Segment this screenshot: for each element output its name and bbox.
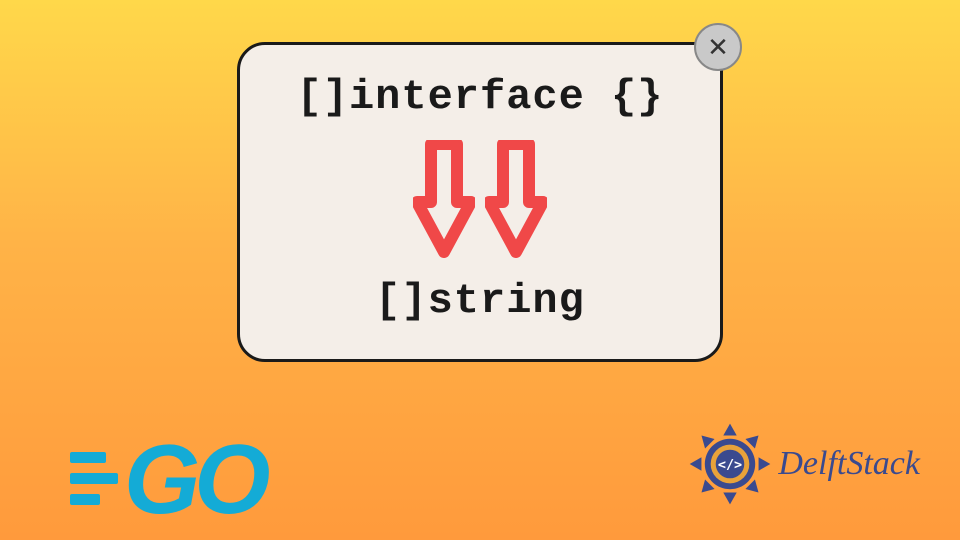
conversion-card: []interface {} []string ✕ xyxy=(237,42,723,362)
delftstack-logo-text: DelftStack xyxy=(778,445,920,483)
close-button[interactable]: ✕ xyxy=(694,23,742,71)
go-logo: GO xyxy=(70,440,264,518)
svg-text:</>: </> xyxy=(718,458,742,473)
target-type-text: []string xyxy=(375,277,585,325)
down-arrows xyxy=(413,140,547,258)
down-arrow-icon xyxy=(413,140,475,258)
delftstack-logo: </> DelftStack xyxy=(688,422,920,506)
close-icon: ✕ xyxy=(707,32,729,63)
go-speed-lines-icon xyxy=(70,452,118,505)
down-arrow-icon xyxy=(485,140,547,258)
go-logo-text: GO xyxy=(124,440,264,518)
source-type-text: []interface {} xyxy=(297,73,664,121)
delftstack-gear-icon: </> xyxy=(688,422,772,506)
